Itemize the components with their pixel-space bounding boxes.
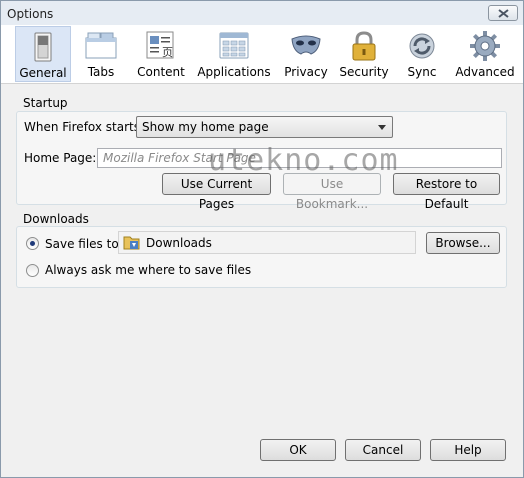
window-title: Options: [7, 7, 54, 21]
close-icon: [498, 9, 509, 18]
options-window: Options General Tabs 页 Content Applicati…: [0, 0, 524, 478]
tab-applications-label: Applications: [197, 65, 271, 79]
tab-general-label: General: [19, 66, 67, 80]
radio-selected-dot: [30, 241, 35, 246]
content-icon: 页: [146, 31, 174, 59]
title-bar: Options: [1, 1, 523, 25]
tab-privacy-label: Privacy: [284, 65, 328, 79]
tab-security-label: Security: [339, 65, 389, 79]
close-button[interactable]: [488, 5, 518, 21]
downloads-group-title: Downloads: [23, 212, 89, 226]
tab-tabs[interactable]: Tabs: [73, 26, 129, 82]
restore-to-default-button[interactable]: Restore to Default: [393, 173, 500, 211]
tab-sync[interactable]: Sync: [397, 26, 447, 82]
download-folder-field: Downloads: [118, 231, 416, 254]
padlock-icon: [352, 31, 376, 61]
tab-content[interactable]: 页 Content: [133, 26, 189, 82]
svg-text:页: 页: [162, 46, 173, 59]
tab-general[interactable]: General: [15, 26, 71, 82]
sync-icon: [409, 33, 435, 59]
when-starts-label: When Firefox starts:: [24, 120, 145, 134]
tab-advanced[interactable]: Advanced: [453, 26, 517, 82]
when-starts-value: Show my home page: [142, 120, 269, 134]
tab-content-label: Content: [137, 65, 185, 79]
preferences-toolbar: General Tabs 页 Content Applications Priv…: [1, 25, 523, 84]
mask-icon: [291, 35, 321, 55]
site-watermark: utekno.com: [208, 143, 399, 178]
tab-tabs-label: Tabs: [87, 65, 115, 79]
tab-advanced-label: Advanced: [455, 65, 515, 79]
download-folder-name: Downloads: [146, 236, 212, 250]
switch-icon: [34, 32, 52, 62]
always-ask-label: Always ask me where to save files: [45, 263, 252, 277]
folder-icon: [123, 236, 140, 250]
save-files-radio[interactable]: [26, 237, 39, 250]
home-page-label: Home Page:: [24, 151, 97, 165]
help-button[interactable]: Help: [430, 439, 506, 461]
save-files-label: Save files to: [45, 237, 119, 251]
cancel-button[interactable]: Cancel: [345, 439, 421, 461]
tabs-icon: [85, 32, 117, 59]
tab-privacy[interactable]: Privacy: [279, 26, 333, 82]
chevron-down-icon: [378, 125, 386, 130]
gear-icon: [470, 31, 500, 61]
tab-applications[interactable]: Applications: [197, 26, 271, 82]
when-starts-select[interactable]: Show my home page: [136, 116, 393, 138]
tab-sync-label: Sync: [407, 65, 437, 79]
tab-security[interactable]: Security: [338, 26, 390, 82]
browse-button[interactable]: Browse...: [426, 232, 500, 254]
always-ask-radio[interactable]: [26, 264, 39, 277]
startup-group-title: Startup: [23, 96, 68, 110]
ok-button[interactable]: OK: [260, 439, 336, 461]
applications-icon: [219, 32, 249, 59]
